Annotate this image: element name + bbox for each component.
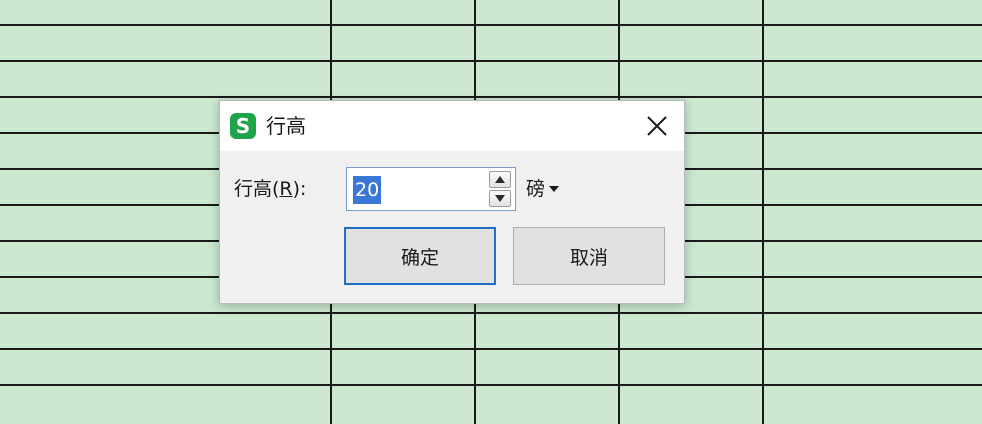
close-button[interactable] [642, 111, 672, 141]
row-height-input[interactable]: 20 [353, 176, 382, 204]
cancel-button[interactable]: 取消 [513, 227, 665, 285]
spin-down-icon [495, 195, 505, 202]
row-height-label-key: R [279, 178, 293, 200]
unit-dropdown[interactable]: 磅 [526, 177, 560, 201]
dialog-title: 行高 [266, 114, 306, 138]
row-height-label-prefix: 行高( [234, 178, 280, 200]
ok-button[interactable]: 确定 [344, 227, 496, 285]
row-height-spinner[interactable] [489, 171, 511, 207]
close-icon [647, 116, 667, 136]
row-height-dialog: S 行高 行高(R): 20 磅 确定 取消 [219, 100, 685, 304]
dialog-titlebar: S 行高 [220, 101, 684, 151]
spin-up-button[interactable] [489, 171, 511, 188]
caret-down-icon [549, 186, 560, 192]
spin-up-icon [495, 176, 505, 183]
row-height-label: 行高(R): [234, 177, 306, 201]
unit-label: 磅 [526, 178, 546, 200]
row-height-label-suffix: ): [292, 178, 307, 200]
app-logo-icon: S [230, 113, 256, 139]
row-height-input-box[interactable]: 20 [346, 167, 516, 211]
spin-down-button[interactable] [489, 190, 511, 207]
